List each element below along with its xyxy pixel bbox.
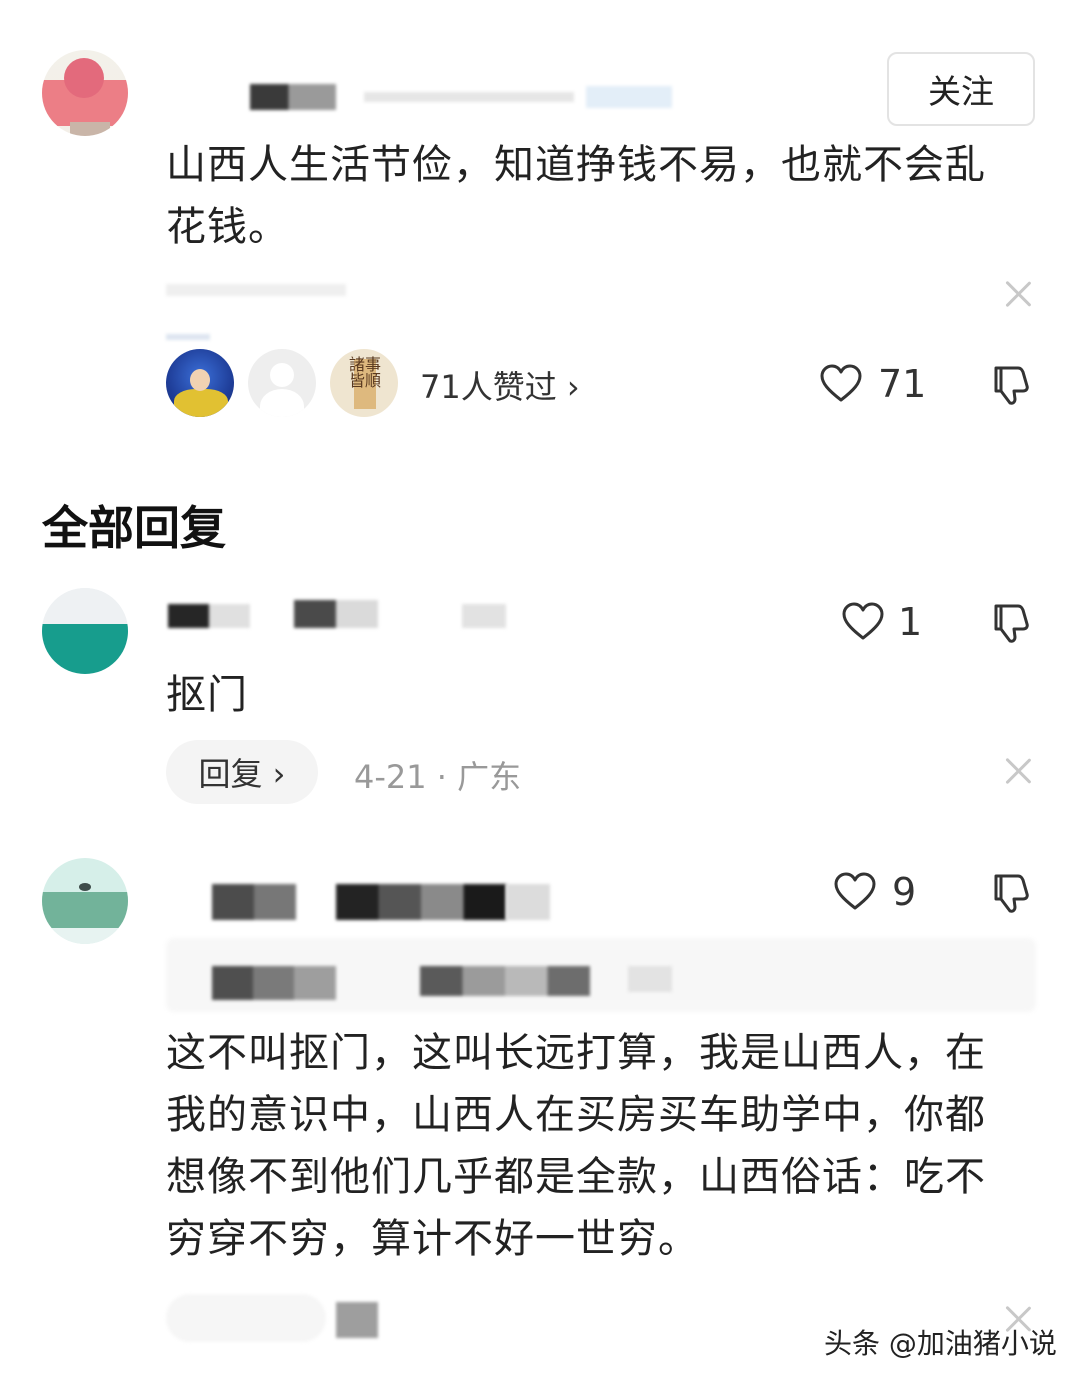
avatar[interactable] [42,858,128,944]
comment-text-line: 山西人生活节俭，知道挣钱不易，也就不会乱 [166,142,986,188]
comment-text-line: 花钱。 [166,204,289,250]
reply-meta: 4-21 · 广东 [354,758,522,796]
follow-button[interactable]: 关注 [887,52,1035,126]
liker-avatar-calligraphy: 諸事皆順 [348,355,381,390]
reply-text: 这不叫抠门，这叫长远打算，我是山西人，在 我的意识中，山西人在买房买车助学中，你… [166,1022,986,1270]
user-meta-blurred [364,92,574,102]
username-blurred [336,884,506,920]
dislike-icon[interactable] [988,602,1030,648]
user-badge-blurred [586,86,672,108]
quoted-username-blurred [212,966,336,1000]
reply-text: 抠门 [166,672,248,718]
username-blurred [294,600,378,628]
avatar[interactable] [42,50,128,136]
dislike-icon[interactable] [988,364,1030,410]
dislike-icon[interactable] [988,872,1030,918]
section-title: 全部回复 [42,501,226,555]
reply-text-line: 穷穿不穷，算计不好一世穷。 [166,1216,699,1262]
username-blurred [212,884,296,920]
quoted-text-blurred [420,966,590,996]
like-count: 71 [878,362,927,406]
like-count: 9 [892,870,917,914]
avatar[interactable] [42,588,128,674]
user-meta-blurred [462,604,506,628]
username-blurred [168,604,250,628]
reply-meta-blurred [166,1294,326,1342]
comment-text: 山西人生活节俭，知道挣钱不易，也就不会乱 花钱。 [166,134,986,258]
watermark: 头条 @加油猪小说 [824,1327,1057,1360]
liker-avatar[interactable]: 諸事皆順 [330,349,398,417]
reply-text-line: 想像不到他们几乎都是全款，山西俗话：吃不 [166,1154,986,1200]
user-meta-blurred [506,884,550,920]
liker-avatar[interactable] [166,349,234,417]
reply-button[interactable]: 回复 › [166,740,318,804]
divider [166,334,210,340]
likes-summary-link[interactable]: 71人赞过 › [420,362,580,408]
close-icon[interactable] [1003,279,1033,309]
like-count: 1 [898,600,923,644]
quoted-text-blurred [628,966,672,992]
heart-icon[interactable] [834,872,876,916]
reply-text-line: 我的意识中，山西人在买房买车助学中，你都 [166,1092,986,1138]
username-blurred [250,84,336,110]
reply-text-line: 这不叫抠门，这叫长远打算，我是山西人，在 [166,1030,986,1076]
heart-icon[interactable] [820,364,862,408]
reply-meta-blurred [336,1302,378,1338]
liker-avatar[interactable] [248,349,316,417]
heart-icon[interactable] [842,602,884,646]
close-icon[interactable] [1003,756,1033,786]
comment-meta-blurred [166,284,346,296]
